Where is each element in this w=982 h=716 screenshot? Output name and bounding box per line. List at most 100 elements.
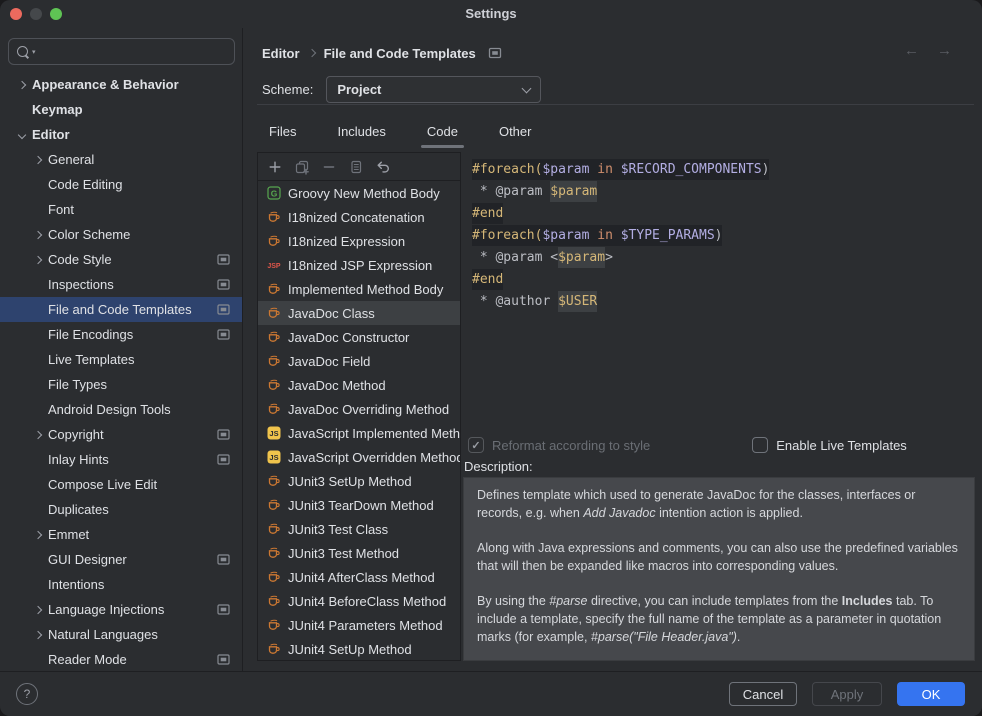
tab-files[interactable]: Files bbox=[263, 118, 302, 144]
sidebar-item-label: Inlay Hints bbox=[48, 452, 109, 467]
template-item-label: JUnit4 SetUp Method bbox=[288, 642, 412, 657]
chevron-right-icon[interactable] bbox=[28, 607, 48, 613]
reformat-label: Reformat according to style bbox=[492, 438, 650, 453]
sidebar-item-label: Code Style bbox=[48, 252, 112, 267]
template-item-junit4-parameters-method[interactable]: JUnit4 Parameters Method bbox=[258, 613, 460, 637]
sidebar-item-file-types[interactable]: File Types bbox=[0, 372, 242, 397]
template-item-junit4-afterclass-method[interactable]: JUnit4 AfterClass Method bbox=[258, 565, 460, 589]
template-item-groovy-new-method-body[interactable]: GGroovy New Method Body bbox=[258, 181, 460, 205]
sidebar-item-compose-live-edit[interactable]: Compose Live Edit bbox=[0, 472, 242, 497]
chevron-right-icon[interactable] bbox=[28, 157, 48, 163]
java-icon bbox=[266, 354, 282, 368]
sidebar-item-file-and-code-templates[interactable]: File and Code Templates bbox=[0, 297, 242, 322]
template-item-implemented-method-body[interactable]: Implemented Method Body bbox=[258, 277, 460, 301]
java-icon bbox=[266, 498, 282, 512]
tab-code[interactable]: Code bbox=[421, 118, 464, 144]
settings-sidebar: ▾ Appearance & BehaviorKeymap Editor Gener… bbox=[0, 28, 243, 672]
sidebar-item-label: Language Injections bbox=[48, 602, 164, 617]
sidebar-item-color-scheme[interactable]: Color Scheme bbox=[0, 222, 242, 247]
chevron-right-icon[interactable] bbox=[28, 532, 48, 538]
page-title: File and Code Templates bbox=[324, 46, 476, 61]
sidebar-item-code-style[interactable]: Code Style bbox=[0, 247, 242, 272]
code-line: #foreach($param in $RECORD_COMPONENTS) bbox=[472, 159, 975, 181]
help-button[interactable]: ? bbox=[16, 683, 38, 705]
scheme-select[interactable]: Project bbox=[326, 76, 541, 103]
sidebar-item-code-editing[interactable]: Code Editing bbox=[0, 172, 242, 197]
search-field[interactable]: ▾ bbox=[8, 38, 235, 65]
sidebar-item-emmet[interactable]: Emmet bbox=[0, 522, 242, 547]
ok-button[interactable]: OK bbox=[897, 682, 965, 706]
chevron-down-icon[interactable] bbox=[12, 132, 32, 138]
titlebar: Settings bbox=[0, 0, 982, 28]
template-item-label: JUnit3 TearDown Method bbox=[288, 498, 434, 513]
breadcrumb-editor[interactable]: Editor bbox=[262, 46, 300, 61]
revert-button[interactable] bbox=[369, 155, 396, 179]
template-item-i18nized-jsp-expression[interactable]: JSPI18nized JSP Expression bbox=[258, 253, 460, 277]
tab-other[interactable]: Other bbox=[493, 118, 538, 144]
template-item-junit4-setup-method[interactable]: JUnit4 SetUp Method bbox=[258, 637, 460, 661]
sidebar-item-gui-designer[interactable]: GUI Designer bbox=[0, 547, 242, 572]
live-templates-checkbox[interactable] bbox=[752, 437, 768, 453]
screen-icon bbox=[217, 429, 230, 440]
sidebar-item-label: GUI Designer bbox=[48, 552, 127, 567]
sidebar-item-reader-mode[interactable]: Reader Mode bbox=[0, 647, 242, 672]
screen-icon bbox=[217, 654, 230, 665]
template-item-javascript-implemented-method-body[interactable]: JSJavaScript Implemented Method Body bbox=[258, 421, 460, 445]
chevron-right-icon[interactable] bbox=[28, 432, 48, 438]
template-item-javadoc-method[interactable]: JavaDoc Method bbox=[258, 373, 460, 397]
sidebar-item-intentions[interactable]: Intentions bbox=[0, 572, 242, 597]
sidebar-item-editor[interactable]: Editor bbox=[0, 122, 242, 147]
chevron-down-icon bbox=[522, 83, 532, 93]
java-icon bbox=[266, 570, 282, 584]
template-item-junit3-setup-method[interactable]: JUnit3 SetUp Method bbox=[258, 469, 460, 493]
sidebar-item-appearance-behavior[interactable]: Appearance & Behavior bbox=[0, 72, 242, 97]
tab-includes[interactable]: Includes bbox=[331, 118, 391, 144]
sidebar-item-inspections[interactable]: Inspections bbox=[0, 272, 242, 297]
template-item-label: JavaDoc Constructor bbox=[288, 330, 409, 345]
template-item-javadoc-overriding-method[interactable]: JavaDoc Overriding Method bbox=[258, 397, 460, 421]
template-item-javascript-overridden-method-body[interactable]: JSJavaScript Overridden Method Body bbox=[258, 445, 460, 469]
sidebar-item-duplicates[interactable]: Duplicates bbox=[0, 497, 242, 522]
divider bbox=[257, 104, 974, 105]
sidebar-item-copyright[interactable]: Copyright bbox=[0, 422, 242, 447]
template-item-label: JUnit3 Test Class bbox=[288, 522, 388, 537]
chevron-right-icon[interactable] bbox=[28, 632, 48, 638]
sidebar-item-language-injections[interactable]: Language Injections bbox=[0, 597, 242, 622]
sidebar-item-inlay-hints[interactable]: Inlay Hints bbox=[0, 447, 242, 472]
sidebar-item-label: File Encodings bbox=[48, 327, 133, 342]
back-button[interactable]: ← bbox=[904, 42, 919, 59]
search-input[interactable] bbox=[36, 44, 234, 59]
chevron-right-icon[interactable] bbox=[28, 257, 48, 263]
template-item-javadoc-class[interactable]: JavaDoc Class bbox=[258, 301, 460, 325]
sidebar-item-natural-languages[interactable]: Natural Languages bbox=[0, 622, 242, 647]
jsp-icon: JSP bbox=[266, 258, 282, 272]
template-item-junit4-beforeclass-method[interactable]: JUnit4 BeforeClass Method bbox=[258, 589, 460, 613]
sidebar-item-android-design-tools[interactable]: Android Design Tools bbox=[0, 397, 242, 422]
forward-button[interactable]: → bbox=[937, 42, 952, 59]
description-text: Defines template which used to generate … bbox=[463, 477, 975, 661]
sidebar-item-keymap[interactable]: Keymap bbox=[0, 97, 242, 122]
sidebar-item-live-templates[interactable]: Live Templates bbox=[0, 347, 242, 372]
live-templates-checkbox-row: Enable Live Templates bbox=[752, 437, 907, 453]
template-item-javadoc-field[interactable]: JavaDoc Field bbox=[258, 349, 460, 373]
template-item-junit3-test-method[interactable]: JUnit3 Test Method bbox=[258, 541, 460, 565]
template-item-label: I18nized Concatenation bbox=[288, 210, 425, 225]
template-tabs: Files Includes Code Other bbox=[263, 118, 537, 144]
template-item-javadoc-constructor[interactable]: JavaDoc Constructor bbox=[258, 325, 460, 349]
copy-template-button bbox=[288, 155, 315, 179]
cancel-button[interactable]: Cancel bbox=[729, 682, 797, 706]
template-item-i18nized-expression[interactable]: I18nized Expression bbox=[258, 229, 460, 253]
screen-icon bbox=[217, 254, 230, 265]
template-item-junit3-test-class[interactable]: JUnit3 Test Class bbox=[258, 517, 460, 541]
chevron-right-icon[interactable] bbox=[28, 232, 48, 238]
sidebar-item-general[interactable]: General bbox=[0, 147, 242, 172]
chevron-right-icon[interactable] bbox=[12, 82, 32, 88]
add-button[interactable] bbox=[261, 155, 288, 179]
template-item-i18nized-concatenation[interactable]: I18nized Concatenation bbox=[258, 205, 460, 229]
sidebar-item-label: Editor bbox=[32, 127, 70, 142]
sidebar-item-file-encodings[interactable]: File Encodings bbox=[0, 322, 242, 347]
template-item-junit3-teardown-method[interactable]: JUnit3 TearDown Method bbox=[258, 493, 460, 517]
template-item-label: JUnit4 AfterClass Method bbox=[288, 570, 435, 585]
template-code-editor[interactable]: #foreach($param in $RECORD_COMPONENTS) *… bbox=[463, 152, 975, 430]
sidebar-item-font[interactable]: Font bbox=[0, 197, 242, 222]
